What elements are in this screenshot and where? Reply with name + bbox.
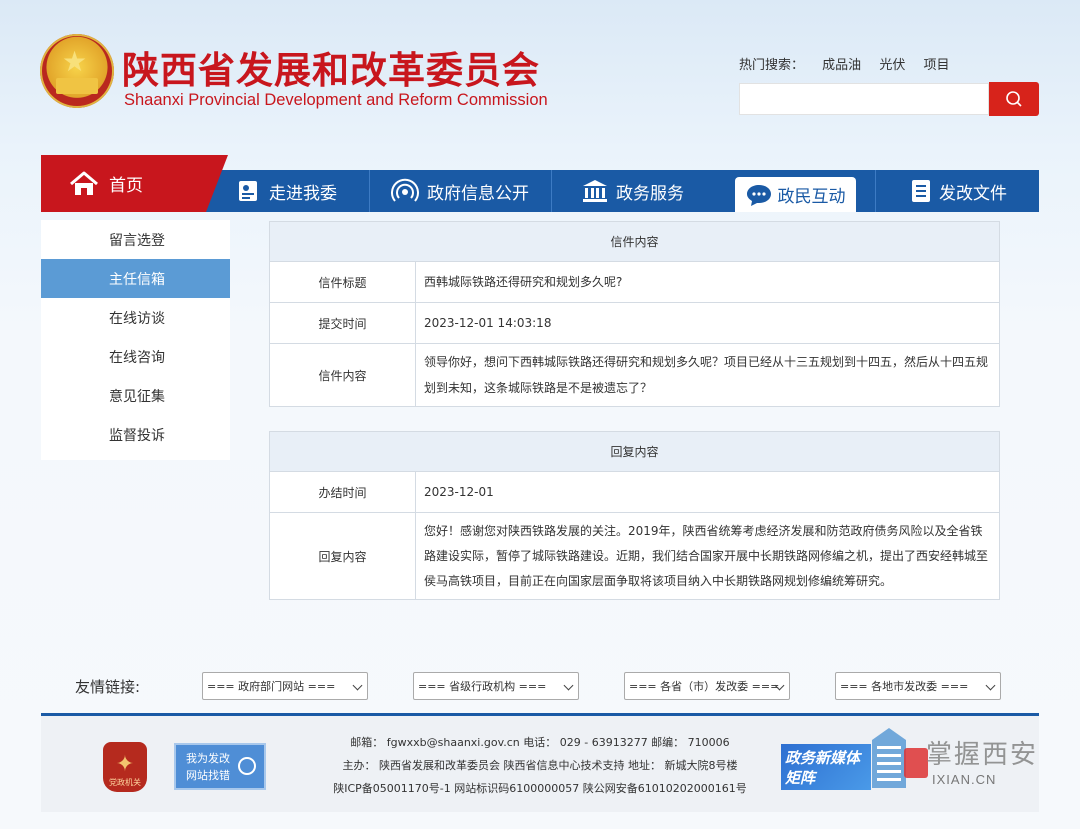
- table-row: 办结时间 2023-12-01: [270, 472, 999, 513]
- submit-time-value: 2023-12-01 14:03:18: [424, 316, 552, 330]
- letter-content-value: 领导你好，想问下西韩城际铁路还得研究和规划多久呢？项目已经从十三五规划到十四五，…: [424, 355, 989, 395]
- reply-heading: 回复内容: [270, 432, 999, 472]
- reply-content-value: 您好！感谢您对陕西铁路发展的关注。2019年，陕西省统筹考虑经济发展和防范政府债…: [424, 523, 989, 588]
- report-error-button[interactable]: 我为发改 网站找错: [174, 743, 266, 790]
- search-icon: [1006, 91, 1022, 107]
- sidebar-item-online-interview[interactable]: 在线访谈: [41, 298, 230, 337]
- table-row: 信件标题 西韩城际铁路还得研究和规划多久呢?: [270, 262, 999, 303]
- watermark: 掌握西安 IXIAN.CN: [904, 734, 1054, 794]
- broadcast-icon: [391, 178, 419, 202]
- select-provincial-agencies[interactable]: === 省级行政机构 ===: [413, 672, 579, 700]
- chevron-down-icon: [352, 680, 363, 691]
- completion-time-value: 2023-12-01: [424, 485, 494, 499]
- site-title-english: Shaanxi Provincial Development and Refor…: [124, 91, 548, 109]
- field-label: 信件标题: [270, 262, 416, 302]
- party-gov-icon: ✦: [115, 752, 135, 777]
- select-city-drc[interactable]: === 各地市发改委 ===: [835, 672, 1001, 700]
- building-icon: [583, 180, 607, 202]
- file-icon: [912, 180, 930, 202]
- letter-panel: 信件内容 信件标题 西韩城际铁路还得研究和规划多久呢? 提交时间 2023-12…: [269, 221, 1000, 407]
- sidebar-item-director-mailbox[interactable]: 主任信箱: [41, 259, 230, 298]
- national-emblem-icon[interactable]: ★: [40, 34, 114, 108]
- nav-item-interaction[interactable]: 政民互动: [735, 177, 856, 212]
- search-input[interactable]: [739, 83, 989, 115]
- new-media-matrix-button[interactable]: 政务新媒体 矩阵: [781, 744, 871, 790]
- reply-panel: 回复内容 办结时间 2023-12-01 回复内容 您好！感谢您对陕西铁路发展的…: [269, 431, 1000, 600]
- nav-item-about[interactable]: 走进我委: [237, 170, 337, 212]
- field-label: 信件内容: [270, 344, 416, 406]
- chevron-down-icon: [985, 680, 996, 691]
- field-label: 办结时间: [270, 472, 416, 512]
- hot-search-term[interactable]: 成品油: [822, 58, 861, 73]
- sidebar-item-complaints[interactable]: 监督投诉: [41, 415, 230, 454]
- party-gov-badge[interactable]: ✦ 党政机关: [103, 742, 147, 792]
- chat-bubble-icon: [746, 184, 771, 206]
- sidebar-item-online-consult[interactable]: 在线咨询: [41, 337, 230, 376]
- hot-search-label: 热门搜索：: [739, 58, 805, 73]
- watermark-domain: IXIAN.CN: [932, 772, 997, 787]
- table-row: 信件内容 领导你好，想问下西韩城际铁路还得研究和规划多久呢？项目已经从十三五规划…: [270, 344, 999, 406]
- magnifier-icon: [238, 757, 256, 775]
- nav-home[interactable]: 首页: [41, 155, 206, 212]
- letter-heading: 信件内容: [270, 222, 999, 262]
- search-button[interactable]: [989, 82, 1039, 116]
- document-user-icon: [239, 181, 257, 201]
- letter-title-value: 西韩城际铁路还得研究和规划多久呢?: [424, 275, 623, 289]
- field-label: 提交时间: [270, 303, 416, 343]
- friendly-links-label: 友情链接:: [75, 678, 141, 696]
- nav-item-documents[interactable]: 发改文件: [911, 170, 1007, 212]
- footer-organizer: 主办： 陕西省发展和改革委员会 陕西省信息中心技术支持 地址： 新城大院8号楼: [342, 759, 738, 772]
- hot-search: 热门搜索： 成品油 光伏 项目: [739, 54, 963, 73]
- footer-contact: 邮箱： fgwxxb@shaanxi.gov.cn 电话： 029 - 6391…: [350, 736, 730, 749]
- footer-icp[interactable]: 陕ICP备05001170号-1 网站标识码6100000057 陕公网安备61…: [290, 780, 790, 796]
- select-provincial-drc[interactable]: === 各省（市）发改委 ===: [624, 672, 790, 700]
- table-row: 提交时间 2023-12-01 14:03:18: [270, 303, 999, 344]
- nav-home-label: 首页: [109, 176, 143, 196]
- select-gov-departments[interactable]: === 政府部门网站 ===: [202, 672, 368, 700]
- site-header: ★ 陕西省发展和改革委员会 Shaanxi Provincial Develop…: [0, 0, 1080, 150]
- watermark-text: 掌握西安: [926, 740, 1039, 770]
- field-label: 回复内容: [270, 513, 416, 599]
- site-title[interactable]: 陕西省发展和改革委员会: [122, 40, 540, 94]
- sidebar: 留言选登 主任信箱 在线访谈 在线咨询 意见征集 监督投诉: [41, 220, 230, 460]
- watermark-logo-icon: [904, 748, 928, 778]
- chevron-down-icon: [563, 680, 574, 691]
- hot-search-term[interactable]: 光伏: [879, 58, 905, 73]
- sidebar-item-selected-messages[interactable]: 留言选登: [41, 220, 230, 259]
- hot-search-term[interactable]: 项目: [923, 58, 949, 73]
- main-nav: 首页 走进我委 政府信息公开 政务服务 政民互动 发改文件: [41, 155, 1039, 212]
- table-row: 回复内容 您好！感谢您对陕西铁路发展的关注。2019年，陕西省统筹考虑经济发展和…: [270, 513, 999, 599]
- home-icon: [70, 171, 98, 195]
- nav-item-gov-services[interactable]: 政务服务: [582, 170, 684, 212]
- sidebar-item-opinion-collection[interactable]: 意见征集: [41, 376, 230, 415]
- nav-item-info-disclosure[interactable]: 政府信息公开: [391, 170, 529, 212]
